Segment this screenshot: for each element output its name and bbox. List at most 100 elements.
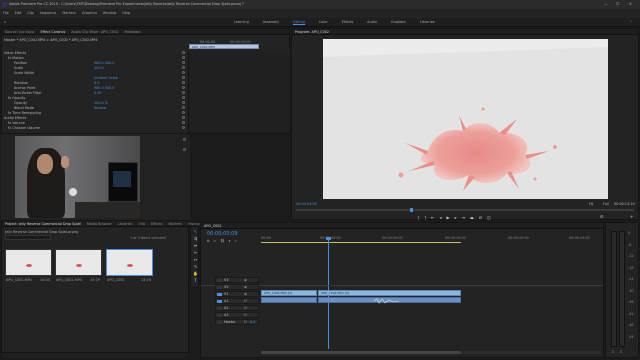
effect-row[interactable]: Video Effects bbox=[4, 51, 186, 55]
workspace-learning[interactable]: Learning bbox=[234, 20, 249, 25]
keyframe-toggle-icon[interactable] bbox=[182, 101, 185, 104]
keyframe-toggle-icon[interactable] bbox=[182, 71, 185, 74]
search-icon[interactable]: ⌕ bbox=[630, 19, 632, 23]
menu-markers[interactable]: Markers bbox=[62, 11, 76, 15]
timeline-clip-a1-b[interactable] bbox=[318, 297, 461, 304]
hand-tool-icon[interactable]: ✋ bbox=[193, 271, 198, 276]
ripple-edit-tool-icon[interactable]: ⇹ bbox=[193, 243, 198, 248]
program-add-icon[interactable]: + bbox=[630, 214, 633, 219]
workspace-audio[interactable]: Audio bbox=[367, 20, 377, 25]
track-header-v3[interactable]: V3 ◉ bbox=[215, 277, 259, 283]
track-header-v1[interactable]: V1 ◉ bbox=[215, 291, 259, 297]
mute-icon[interactable]: M bbox=[244, 320, 247, 324]
workspace-more-icon[interactable]: » bbox=[400, 20, 402, 24]
tab-effect-controls[interactable]: Effect Controls bbox=[40, 30, 65, 34]
keyframe-toggle-icon[interactable] bbox=[182, 96, 185, 99]
keyframe-toggle-icon[interactable] bbox=[182, 91, 185, 94]
tab-libraries[interactable]: Libraries bbox=[118, 222, 133, 226]
menu-help[interactable]: Help bbox=[122, 11, 130, 15]
program-scrub-bar[interactable] bbox=[296, 208, 634, 212]
type-tool-icon[interactable]: T bbox=[193, 278, 198, 283]
track-target-toggle[interactable] bbox=[217, 307, 222, 310]
timeline-clip-v1-a[interactable]: APO_C002.MP4 [V] bbox=[261, 290, 317, 296]
effect-row[interactable]: fx Time Remapping bbox=[4, 111, 186, 115]
tab-project[interactable]: Project: Jelly Reverse Commercial Drop S… bbox=[5, 222, 81, 226]
program-fit-select[interactable]: Fit bbox=[589, 202, 593, 206]
tab-audio-clip-mixer[interactable]: Audio Clip Mixer: APO_C002 bbox=[71, 30, 118, 34]
tab-media-browser[interactable]: Media Browser bbox=[87, 222, 112, 226]
meter-solo-left[interactable]: S bbox=[612, 350, 614, 354]
track-target-toggle[interactable] bbox=[217, 293, 222, 296]
menu-window[interactable]: Window bbox=[103, 11, 116, 15]
track-header-a2[interactable]: A2 M bbox=[215, 305, 259, 311]
effect-header[interactable]: Master * APO_C002.MP4 > APO_C002 * APO_C… bbox=[4, 38, 97, 42]
keyframe-toggle-icon[interactable] bbox=[182, 86, 185, 89]
effect-row-value[interactable]: 0.0 bbox=[94, 81, 99, 85]
tab-markers[interactable]: Markers bbox=[168, 222, 182, 226]
effect-row-value[interactable]: 0.00 bbox=[94, 91, 102, 95]
selection-tool-icon[interactable]: ↖ bbox=[193, 229, 198, 234]
keyframe-toggle-icon[interactable] bbox=[182, 61, 185, 64]
lift-icon[interactable]: ⏏ bbox=[470, 215, 474, 220]
effect-row[interactable]: fx Motion bbox=[4, 56, 186, 60]
mute-icon[interactable]: M bbox=[244, 313, 247, 317]
workspace-color[interactable]: Color bbox=[319, 20, 328, 25]
mark-in-icon[interactable]: ⌈ bbox=[418, 215, 420, 220]
keyframe-toggle-icon[interactable] bbox=[182, 56, 185, 59]
meter-solo-right[interactable]: S bbox=[620, 350, 622, 354]
tab-history[interactable]: History bbox=[188, 222, 200, 226]
tab-effects[interactable]: Effects bbox=[151, 222, 163, 226]
mute-icon[interactable]: M bbox=[244, 299, 247, 303]
effect-row[interactable]: Uniform Scale bbox=[4, 76, 186, 80]
track-target-toggle[interactable] bbox=[217, 286, 222, 289]
program-playhead[interactable] bbox=[410, 208, 413, 212]
track-target-toggle[interactable] bbox=[217, 300, 222, 303]
tab-metadata[interactable]: Metadata bbox=[125, 30, 141, 34]
timeline-ruler[interactable]: 00:00 00:00:05:00 00:00:10:00 00:00:15:0… bbox=[261, 236, 603, 244]
track-header-v2[interactable]: V2 ◉ bbox=[215, 284, 259, 290]
effect-row-value[interactable]: Normal bbox=[94, 106, 106, 110]
timeline-timecode[interactable]: 00:00:03:09 bbox=[207, 231, 238, 237]
keyframe-toggle-icon[interactable] bbox=[182, 111, 185, 114]
track-header-a1[interactable]: A1 M bbox=[215, 298, 259, 304]
track-target-toggle[interactable] bbox=[217, 321, 222, 324]
master-volume-value[interactable]: 0.0 bbox=[250, 320, 255, 324]
menu-file[interactable]: File bbox=[3, 11, 9, 15]
add-marker-icon[interactable]: ▾ bbox=[229, 239, 231, 243]
menu-sequence[interactable]: Sequence bbox=[40, 11, 57, 15]
tab-program[interactable]: Program: APO_C002 bbox=[295, 30, 329, 34]
linked-selection-icon[interactable]: ⛓ bbox=[220, 239, 224, 243]
timeline-hscroll[interactable] bbox=[261, 351, 601, 354]
home-icon[interactable]: ⌂ bbox=[4, 20, 6, 24]
effect-row-value[interactable]: 100.0 % bbox=[94, 101, 108, 105]
eye-icon[interactable]: ◉ bbox=[244, 292, 247, 296]
effect-row[interactable]: fx Volume bbox=[4, 121, 186, 125]
tab-source[interactable]: Source: (no clips) bbox=[5, 30, 34, 34]
effect-row[interactable]: Anti-flicker Filter 0.00 bbox=[4, 91, 186, 95]
extract-icon[interactable]: ⊟ bbox=[479, 215, 482, 220]
keyframe-toggle-icon[interactable] bbox=[182, 126, 185, 129]
track-header-a3[interactable]: A3 M bbox=[215, 312, 259, 318]
timeline-clip-a1-a[interactable] bbox=[261, 297, 317, 303]
effect-row[interactable]: Blend Mode Normal bbox=[4, 106, 186, 110]
workspace-graphics[interactable]: Graphics bbox=[391, 20, 406, 25]
effect-row-value[interactable]: 100.0 bbox=[94, 66, 104, 70]
eye-icon[interactable]: ◉ bbox=[244, 278, 247, 282]
keyframe-toggle-icon[interactable] bbox=[182, 121, 185, 124]
export-frame-icon[interactable]: ◫ bbox=[487, 215, 491, 220]
effect-row[interactable]: fx Opacity bbox=[4, 96, 186, 100]
effect-row-value[interactable]: Uniform Scale bbox=[94, 76, 118, 80]
effect-row[interactable]: Scale Width bbox=[4, 71, 186, 75]
workspace-editing[interactable]: Editing bbox=[293, 20, 305, 25]
tab-sequence[interactable]: APO_C002 bbox=[204, 224, 222, 228]
timeline-settings-icon[interactable]: ✧ bbox=[234, 239, 237, 243]
effect-row[interactable]: Scale 100.0 bbox=[4, 66, 186, 70]
mute-icon[interactable]: M bbox=[244, 306, 247, 310]
effect-row[interactable]: Audio Effects bbox=[4, 116, 186, 120]
track-select-tool-icon[interactable]: ⇶ bbox=[193, 236, 198, 241]
program-settings-icon[interactable]: ⚙ bbox=[600, 214, 604, 219]
workspace-libraries[interactable]: Libraries bbox=[420, 20, 435, 25]
go-to-out-icon[interactable]: ⇥ bbox=[462, 215, 465, 220]
eye-icon[interactable]: ◉ bbox=[244, 285, 247, 289]
slip-tool-icon[interactable]: ↔ bbox=[193, 257, 198, 262]
